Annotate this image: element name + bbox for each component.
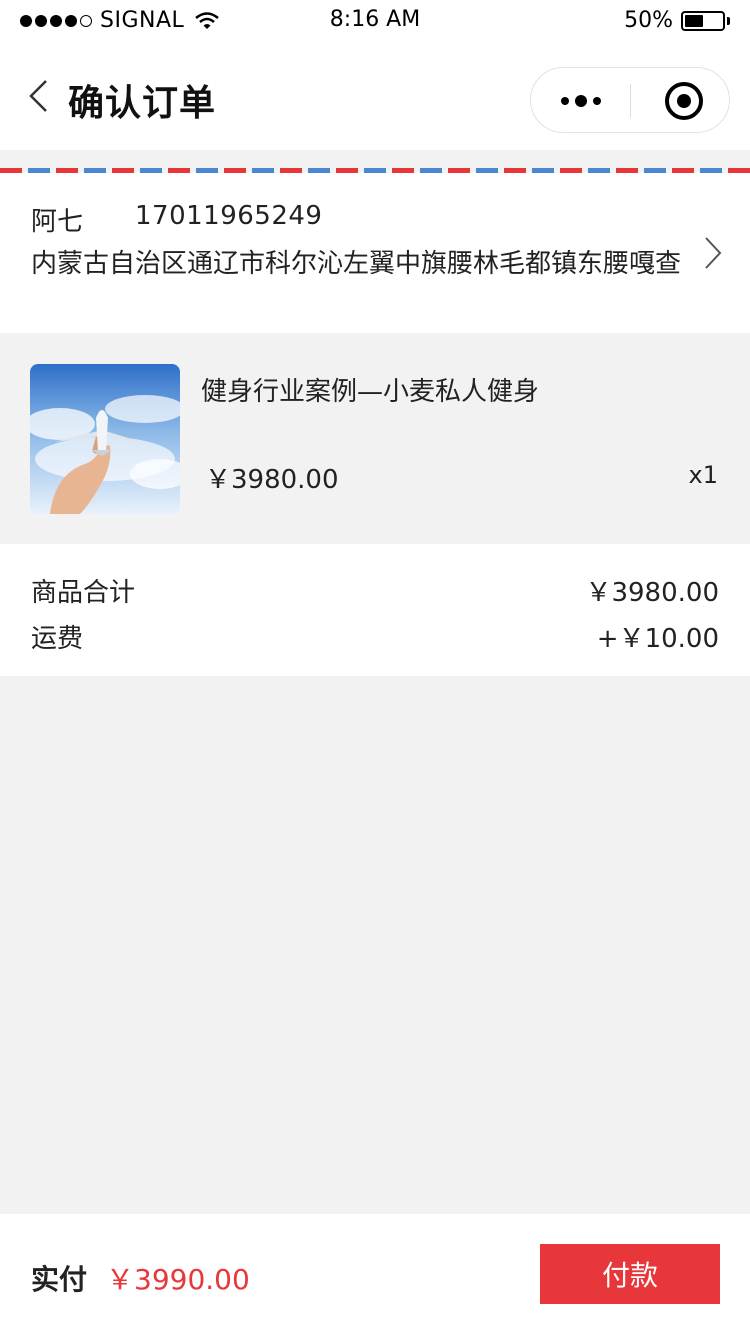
checkout-bar: 实付 ￥3990.00 付款 xyxy=(0,1214,750,1334)
recipient-name: 阿七 xyxy=(31,207,84,237)
battery-level-fill xyxy=(685,14,703,27)
close-target-icon[interactable] xyxy=(663,80,705,122)
product-price: ￥3980.00 xyxy=(205,465,339,495)
shipping-row: 运费 +￥10.00 xyxy=(31,618,719,655)
product-item[interactable]: 健身行业案例—小麦私人健身 ￥3980.00 x1 xyxy=(0,333,750,543)
pay-button[interactable]: 付款 xyxy=(540,1244,720,1304)
airplane-in-hand-photo xyxy=(30,364,180,514)
navigation-bar: 确认订单 xyxy=(0,40,750,150)
total-amount: ￥3990.00 xyxy=(106,1263,250,1296)
order-summary: 商品合计 ￥3980.00 运费 +￥10.00 xyxy=(0,544,750,676)
battery-indicator: 50% xyxy=(624,8,730,33)
shipping-value: +￥10.00 xyxy=(596,624,719,654)
chevron-left-icon[interactable] xyxy=(26,78,50,114)
subtotal-value: ￥3980.00 xyxy=(585,578,719,608)
battery-icon xyxy=(681,10,725,31)
total-label: 实付 xyxy=(31,1263,88,1296)
more-dots-icon[interactable] xyxy=(556,88,606,114)
chevron-right-icon[interactable] xyxy=(704,235,722,271)
shipping-label: 运费 xyxy=(31,624,84,654)
mini-program-capsule xyxy=(530,67,730,133)
subtotal-row: 商品合计 ￥3980.00 xyxy=(31,572,719,609)
product-image xyxy=(30,364,180,514)
subtotal-label: 商品合计 xyxy=(31,578,136,608)
address-card[interactable]: 阿七 17011965249 内蒙古自治区通辽市科尔沁左翼中旗腰林毛都镇东腰嘎查 xyxy=(0,173,750,333)
address-detail: 内蒙古自治区通辽市科尔沁左翼中旗腰林毛都镇东腰嘎查 xyxy=(31,249,682,279)
status-bar: SIGNAL 8:16 AM 50% xyxy=(0,0,750,40)
capsule-divider xyxy=(630,84,631,118)
recipient-phone: 17011965249 xyxy=(135,201,323,231)
product-title: 健身行业案例—小麦私人健身 xyxy=(201,377,540,407)
battery-percentage: 50% xyxy=(624,8,673,33)
product-quantity: x1 xyxy=(688,461,718,489)
page-title: 确认订单 xyxy=(68,83,217,124)
